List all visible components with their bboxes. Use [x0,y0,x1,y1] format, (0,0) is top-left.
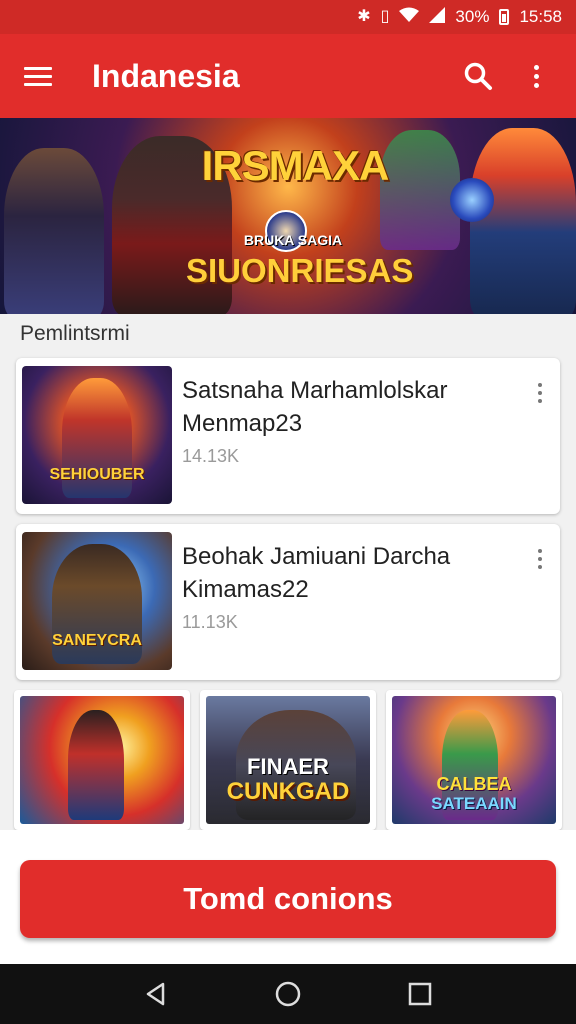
list-item-title: Satsnaha Marhamlolskar Menmap23 [182,377,448,437]
grid-tile[interactable] [14,690,190,830]
clock: 15:58 [519,7,562,26]
battery-percent: 30% [455,7,490,26]
status-bar: ✱ ▯ 30% 15:58 [0,0,576,34]
banner-character-left [4,148,104,314]
grid-tile[interactable]: FINAER CUNKGAD [200,690,376,830]
primary-action-button[interactable]: Tomd conions [20,860,556,938]
list-item-meta: 14.13K [182,446,240,466]
back-icon[interactable] [136,974,176,1014]
banner-title: IRSMAXA [201,142,390,189]
grid-tile[interactable]: CALBEA SATEAAIN [386,690,562,830]
game-thumbnail: SANEYCRA [22,532,172,670]
list-item-title: Beohak Jamiuani Darcha Kimamas22 [182,543,451,603]
wifi-icon [399,7,420,28]
signal-icon [429,6,446,28]
game-thumbnail: SEHIOUBER [22,366,172,504]
vibrate-icon: ▯ [380,8,390,25]
battery-icon [499,9,510,25]
game-thumbnail [20,696,184,824]
thumbnail-label: SANEYCRA [52,632,142,649]
game-thumbnail: FINAER CUNKGAD [206,696,370,824]
menu-icon[interactable] [18,56,58,96]
magic-orb-icon [450,178,494,222]
system-nav-bar [0,964,576,1024]
tile-label-top: CALBEA [436,774,512,794]
tile-label-bottom: SATEAAIN [431,794,517,813]
banner-subtitle-small: BRUKA SAGIA [243,232,343,248]
more-vert-icon[interactable] [514,54,558,98]
app-title: Indanesia [92,57,240,94]
bluetooth-icon: ✱ [357,8,371,25]
bottom-action-area: Tomd conions [0,830,576,964]
app-bar: Indanesia [0,34,576,118]
list-item[interactable]: SEHIOUBER Satsnaha Marhamlolskar Menmap2… [16,358,560,514]
list-item-meta: 11.13K [182,612,238,632]
section-heading: Pemlintsrmi [20,322,130,345]
thumbnail-label: SEHIOUBER [49,466,145,483]
more-vert-icon[interactable] [528,378,552,408]
home-icon[interactable] [268,974,308,1014]
list-item[interactable]: SANEYCRA Beohak Jamiuani Darcha Kimamas2… [16,524,560,680]
more-vert-icon[interactable] [528,544,552,574]
banner-subtitle-large: SIUONRIESAS [186,252,414,289]
banner-character-right [470,128,576,314]
tile-label-bottom: CUNKGAD [226,778,350,805]
featured-banner[interactable]: IRSMAXA BRUKA SAGIA SIUONRIESAS [0,118,576,314]
recents-icon[interactable] [400,974,440,1014]
game-grid: FINAER CUNKGAD CALBEA SATEAAIN [14,690,562,830]
search-icon[interactable] [456,54,500,98]
game-thumbnail: CALBEA SATEAAIN [392,696,556,824]
tile-label-top: FINAER [247,754,329,779]
